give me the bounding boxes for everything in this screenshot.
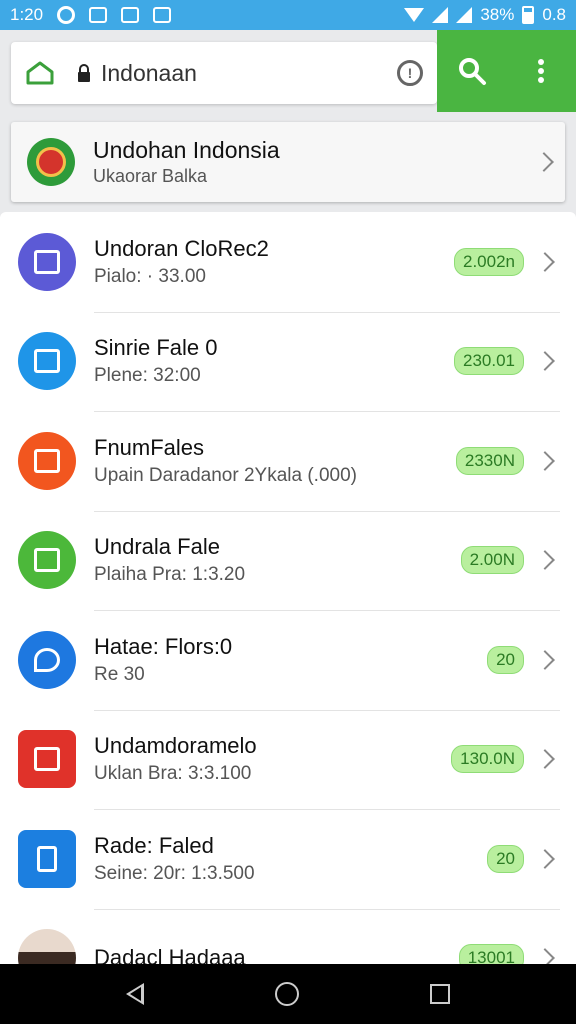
item-subtitle: Upain Daradanor 2Ykala (.000): [94, 464, 357, 486]
item-subtitle: Uklan Bra: 3:3.100: [94, 763, 252, 785]
header-subtitle: Ukaorar Balka: [93, 166, 208, 186]
lock-icon: [77, 64, 91, 82]
item-badge: 2330N: [455, 446, 524, 475]
document-icon: [18, 232, 76, 291]
emblem-icon: [27, 138, 75, 186]
avatar: [18, 929, 76, 964]
chevron-right-icon: [534, 152, 554, 172]
list-item[interactable]: Undoran CloRec2 Pialo: · 33.00 2.002n: [0, 212, 576, 312]
chevron-right-icon: [535, 948, 555, 964]
chevron-right-icon: [535, 848, 555, 869]
item-title: FnumFales: [94, 434, 205, 460]
list-item[interactable]: Rade: Faled Seine: 20r: 1:3.500 20: [0, 809, 576, 909]
url-text[interactable]: Indonaan: [101, 60, 397, 87]
item-subtitle: Pialo: · 33.00: [94, 265, 206, 287]
item-title: Sinrie Fale 0: [94, 335, 218, 361]
document-icon: [18, 431, 76, 490]
wifi-icon: [404, 8, 425, 22]
chevron-right-icon: [535, 749, 555, 770]
item-badge: 130.0N: [451, 745, 524, 774]
item-subtitle: Seine: 20r: 1:3.500: [94, 862, 255, 884]
recent-apps-icon[interactable]: [430, 984, 451, 1004]
document-icon: [18, 531, 76, 590]
item-badge: 2.002n: [454, 247, 524, 276]
item-title: Undrala Fale: [94, 534, 220, 560]
item-title: Hatae: Flors:0: [94, 633, 233, 659]
rocket-icon: [18, 630, 76, 689]
home-icon[interactable]: [25, 61, 55, 85]
clipboard-icon: [18, 829, 76, 888]
item-badge: 13001: [458, 944, 524, 964]
file-list: Undoran CloRec2 Pialo: · 33.00 2.002n Si…: [0, 212, 576, 964]
address-bar[interactable]: Indonaan !: [11, 42, 437, 104]
gear-icon: [57, 6, 76, 24]
more-options-icon[interactable]: [521, 51, 561, 91]
chevron-right-icon: [535, 550, 555, 571]
list-item[interactable]: Sinrie Fale 0 Plene: 32:00 230.01: [0, 311, 576, 412]
list-item[interactable]: Undamdoramelo Uklan Bra: 3:3.100 130.0N: [0, 709, 576, 810]
system-nav-bar: [0, 964, 576, 1024]
chart-icon: [18, 332, 76, 391]
document-icon: [18, 730, 76, 789]
header-title: Undohan Indonsia: [93, 137, 280, 163]
home-circle-icon[interactable]: [274, 982, 299, 1006]
battery-icon: [522, 6, 535, 24]
list-item[interactable]: Undrala Fale Plaiha Pra: 1:3.20 2.00N: [0, 510, 576, 611]
item-subtitle: Plaiha Pra: 1:3.20: [94, 564, 246, 586]
action-buttons: [437, 30, 576, 112]
chevron-right-icon: [535, 649, 555, 670]
chevron-right-icon: [535, 450, 555, 471]
item-badge: 230.01: [454, 347, 524, 376]
battery-percent: 38%: [480, 5, 515, 24]
list-item[interactable]: Hatae: Flors:0 Re 30 20: [0, 610, 576, 710]
signal-icon: [432, 7, 449, 23]
signal-icon: [456, 7, 473, 23]
item-title: Rade: Faled: [94, 832, 214, 858]
status-time: 1:20: [10, 5, 44, 24]
info-icon[interactable]: !: [397, 60, 423, 86]
status-bar: 1:20 38% 0.8: [0, 0, 576, 30]
notification-icon: [121, 7, 140, 23]
item-badge: 2.00N: [460, 546, 524, 575]
item-badge: 20: [487, 844, 524, 873]
notification-icon: [89, 7, 108, 23]
item-subtitle: Plene: 32:00: [94, 365, 201, 387]
back-icon[interactable]: [125, 983, 144, 1005]
notification-icon: [153, 7, 172, 23]
chevron-right-icon: [535, 351, 555, 372]
item-title: Undamdoramelo: [94, 733, 257, 759]
status-extra: 0.8: [542, 5, 566, 24]
browser-toolbar: Indonaan !: [0, 30, 576, 112]
item-title: Dadacl Hadaaa: [94, 945, 246, 964]
item-subtitle: Re 30: [94, 663, 145, 685]
search-icon[interactable]: [452, 51, 492, 91]
chevron-right-icon: [535, 251, 555, 272]
header-card[interactable]: Undohan Indonsia Ukaorar Balka: [11, 122, 565, 202]
list-item[interactable]: FnumFales Upain Daradanor 2Ykala (.000) …: [0, 411, 576, 511]
item-badge: 20: [487, 645, 524, 674]
item-title: Undoran CloRec2: [94, 235, 269, 261]
list-item[interactable]: Dadacl Hadaaa 13001: [0, 908, 576, 964]
